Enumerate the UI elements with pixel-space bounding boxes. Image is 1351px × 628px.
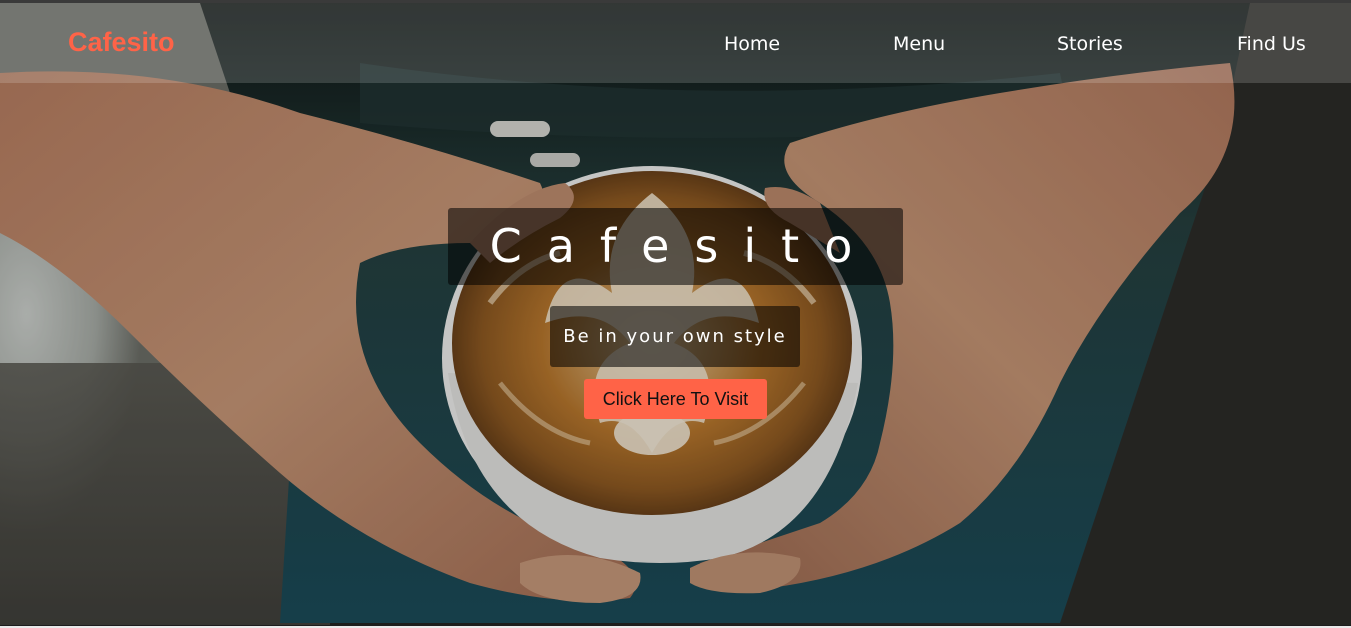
brand-logo[interactable]: Cafesito	[68, 27, 175, 58]
nav-link-find-us[interactable]: Find Us	[1237, 33, 1306, 55]
nav-link-menu[interactable]: Menu	[893, 33, 945, 55]
top-navbar: Cafesito Home Menu Stories Find Us	[0, 3, 1351, 83]
page: Cafesito Home Menu Stories Find Us Cafes…	[0, 0, 1351, 628]
hero-tagline: Be in your own style	[563, 326, 787, 347]
nav-link-stories[interactable]: Stories	[1057, 33, 1123, 55]
hero-title-panel: Cafesito	[448, 208, 903, 285]
hero-title: Cafesito	[489, 219, 878, 273]
visit-cta-button[interactable]: Click Here To Visit	[584, 379, 767, 419]
hero-tagline-panel: Be in your own style	[550, 306, 800, 367]
nav-link-home[interactable]: Home	[724, 33, 780, 55]
